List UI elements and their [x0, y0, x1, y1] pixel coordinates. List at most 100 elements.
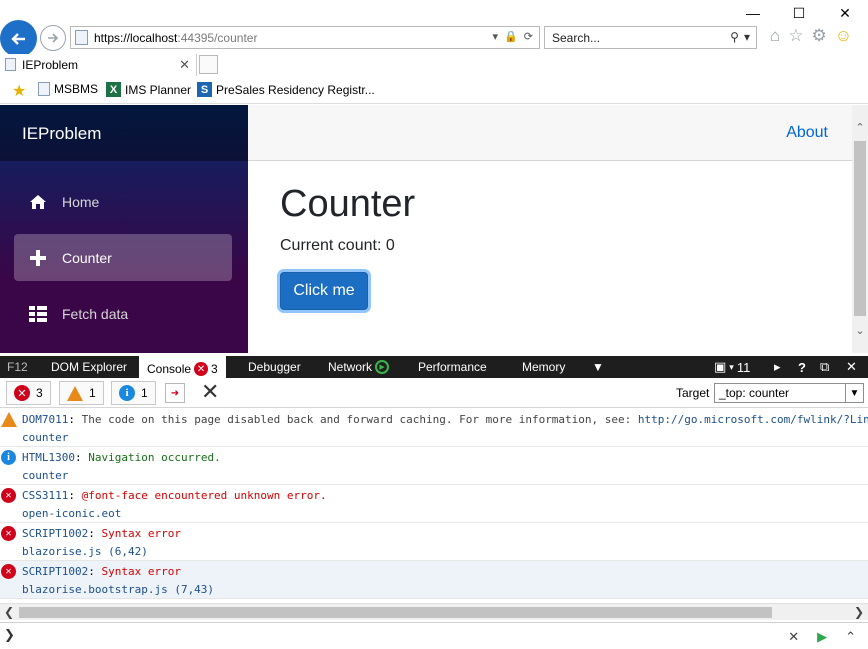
- horizontal-scroll-thumb[interactable]: [19, 607, 772, 618]
- info-icon: i: [1, 450, 16, 465]
- entry-message-line: SCRIPT1002: Syntax error: [22, 565, 181, 578]
- close-window-button[interactable]: ✕: [822, 0, 868, 26]
- favorite-msbms[interactable]: MSBMS: [38, 82, 98, 96]
- excel-icon: X: [106, 82, 121, 97]
- clear-on-navigate-icon[interactable]: ➜: [165, 383, 185, 403]
- error-icon: ✕: [1, 526, 16, 541]
- page-viewport: IEProblem Home Counter Fetch data About …: [0, 105, 868, 353]
- favorite-label: MSBMS: [54, 82, 99, 96]
- address-url[interactable]: https://localhost:44395/counter: [94, 31, 257, 45]
- minimize-button[interactable]: —: [730, 0, 776, 26]
- favorite-label: IMS Planner: [125, 82, 192, 97]
- error-icon: ✕: [14, 385, 30, 401]
- close-devtools-icon[interactable]: ✕: [846, 359, 868, 375]
- devtools-tabbar: F12 DOM Explorer Console ✕ 3 Debugger Ne…: [0, 356, 868, 378]
- click-me-button[interactable]: Click me: [280, 272, 368, 310]
- page-scrollbar[interactable]: ⌃ ⌄: [852, 105, 868, 353]
- page-icon: [75, 30, 88, 45]
- back-button[interactable]: [0, 20, 37, 57]
- error-icon: ✕: [1, 488, 16, 503]
- arrow-left-icon: [10, 32, 25, 45]
- errors-filter-button[interactable]: ✕ 3: [6, 381, 51, 405]
- f12-label: F12: [7, 360, 28, 374]
- entry-message: Navigation occurred.: [88, 451, 221, 464]
- console-pane-icon[interactable]: ▸: [774, 359, 798, 375]
- expand-input-icon[interactable]: ⌃: [845, 629, 856, 645]
- favorite-presales[interactable]: S PreSales Residency Registr...: [197, 82, 375, 97]
- forward-button[interactable]: [40, 25, 66, 51]
- add-favorite-icon[interactable]: ★: [12, 81, 26, 101]
- search-box[interactable]: ⚲ ▾: [544, 26, 757, 49]
- clear-console-icon[interactable]: ✕: [201, 380, 219, 404]
- tab-performance[interactable]: Performance: [418, 360, 487, 374]
- clear-input-icon[interactable]: ✕: [788, 629, 799, 645]
- console-entry-error[interactable]: ✕ SCRIPT1002: Syntax error blazorise.js …: [0, 523, 868, 561]
- arrow-right-icon: [48, 33, 59, 43]
- dropdown-icon[interactable]: ▾: [493, 30, 499, 43]
- target-select[interactable]: _top: counter ▼: [714, 383, 864, 403]
- favorite-ims-planner[interactable]: X IMS Planner: [106, 82, 191, 97]
- console-toolbar: ✕ 3 1 i 1 ➜ ✕ Target _top: counter ▼: [0, 378, 868, 408]
- settings-gear-icon[interactable]: ⚙: [812, 27, 827, 45]
- home-toolbar-icon[interactable]: ⌂: [770, 27, 780, 45]
- nav-item-counter[interactable]: Counter: [14, 234, 232, 281]
- lock-icon[interactable]: 🔒: [504, 30, 518, 43]
- favorites-star-icon[interactable]: ☆: [788, 27, 803, 45]
- search-input[interactable]: [545, 27, 715, 48]
- console-entry-warning[interactable]: DOM7011: The code on this page disabled …: [0, 409, 868, 447]
- emulation-dropdown[interactable]: ▣ ▾ 11: [714, 359, 774, 375]
- nav-item-label: Home: [62, 193, 100, 210]
- entry-source[interactable]: counter: [22, 431, 68, 444]
- browser-tab[interactable]: IEProblem ✕: [0, 54, 197, 76]
- entry-source[interactable]: blazorise.js (6,42): [22, 545, 148, 558]
- nav-item-home[interactable]: Home: [14, 178, 232, 225]
- chevron-down-icon[interactable]: ▼: [845, 384, 863, 402]
- refresh-icon[interactable]: ⟳: [524, 30, 533, 43]
- entry-message: The code on this page disabled back and …: [81, 413, 638, 426]
- new-tab-button[interactable]: [199, 55, 218, 74]
- smiley-feedback-icon[interactable]: ☺: [835, 27, 852, 45]
- about-link[interactable]: About: [786, 124, 828, 142]
- brand-link[interactable]: IEProblem: [22, 124, 101, 144]
- search-icon[interactable]: ⚲: [730, 30, 739, 44]
- target-label: Target: [676, 386, 710, 400]
- console-input-line[interactable]: ❯ ✕ ▶ ⌃: [0, 622, 868, 649]
- entry-source[interactable]: counter: [22, 469, 68, 482]
- nav-item-fetch-data[interactable]: Fetch data: [14, 290, 232, 337]
- record-play-icon[interactable]: ▶: [375, 360, 390, 374]
- entry-message: @font-face encountered unknown error.: [81, 489, 327, 502]
- entry-code: CSS3111: [22, 489, 69, 502]
- tab-console[interactable]: Console ✕ 3: [139, 356, 226, 378]
- tab-debugger[interactable]: Debugger: [248, 360, 301, 374]
- search-dropdown-icon[interactable]: ▾: [744, 30, 750, 44]
- top-row: About: [248, 105, 852, 161]
- scroll-right-icon[interactable]: ❯: [854, 605, 864, 619]
- scroll-left-icon[interactable]: ❮: [4, 605, 14, 619]
- help-icon[interactable]: ?: [798, 360, 820, 375]
- entry-link[interactable]: http://go.microsoft.com/fwlink/?LinkID=2…: [638, 413, 868, 426]
- console-entry-error[interactable]: ✕ SCRIPT1002: Syntax error blazorise.boo…: [0, 561, 868, 599]
- run-script-icon[interactable]: ▶: [817, 629, 827, 645]
- console-entry-info[interactable]: i HTML1300: Navigation occurred. counter: [0, 447, 868, 485]
- scroll-thumb[interactable]: [854, 141, 866, 316]
- warnings-filter-button[interactable]: 1: [59, 381, 104, 405]
- info-filter-button[interactable]: i 1: [111, 381, 156, 405]
- entry-source[interactable]: open-iconic.eot: [22, 507, 121, 520]
- entry-message-line: SCRIPT1002: Syntax error: [22, 527, 181, 540]
- tab-close-icon[interactable]: ✕: [179, 57, 190, 73]
- console-entry-error[interactable]: ✕ CSS3111: @font-face encountered unknow…: [0, 485, 868, 523]
- maximize-button[interactable]: ☐: [776, 0, 822, 26]
- entry-message-line: CSS3111: @font-face encountered unknown …: [22, 489, 327, 502]
- entry-source[interactable]: blazorise.bootstrap.js (7,43): [22, 583, 214, 596]
- scroll-up-icon[interactable]: ⌃: [852, 121, 868, 134]
- tab-memory[interactable]: Memory: [522, 360, 565, 374]
- tab-dom-explorer[interactable]: DOM Explorer: [51, 360, 127, 374]
- tab-page-icon: [5, 58, 16, 71]
- console-log: DOM7011: The code on this page disabled …: [0, 409, 868, 599]
- scroll-down-icon[interactable]: ⌄: [852, 324, 868, 337]
- console-horizontal-scrollbar[interactable]: ❮ ❯: [0, 603, 868, 620]
- undock-icon[interactable]: ⧉: [820, 359, 846, 375]
- address-bar[interactable]: https://localhost:44395/counter ▾ 🔒 ⟳: [70, 26, 540, 49]
- more-tabs-icon[interactable]: ▼: [592, 360, 604, 374]
- tab-network[interactable]: Network ▶: [328, 360, 390, 374]
